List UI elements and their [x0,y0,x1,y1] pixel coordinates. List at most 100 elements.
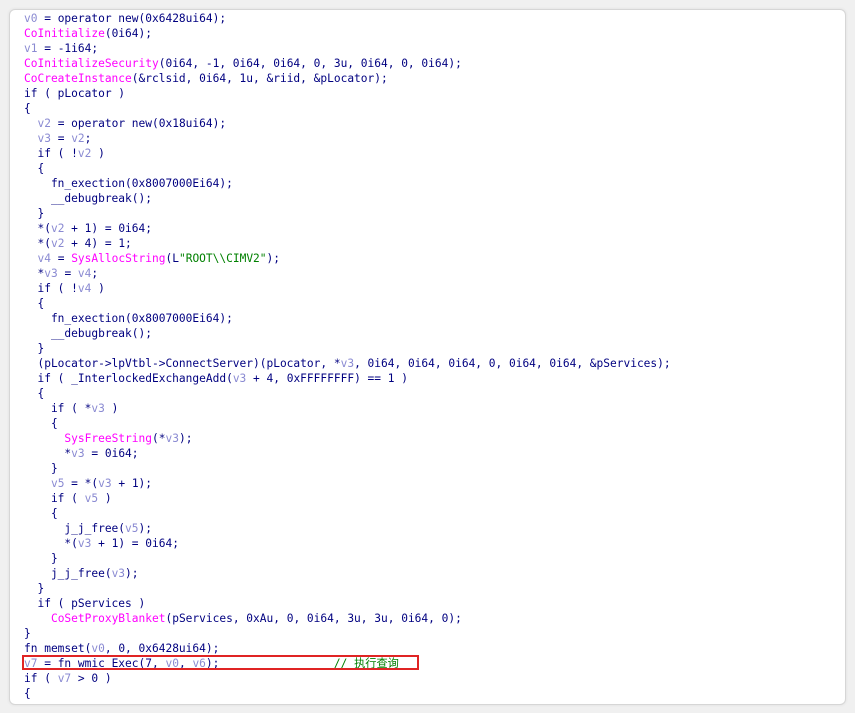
code-token-fn: CoInitialize [24,27,105,40]
code-line[interactable]: { [24,506,841,521]
code-line[interactable]: } [24,581,841,596]
code-line[interactable]: } [24,461,841,476]
code-line[interactable]: } [24,341,841,356]
code-token-var: v5 [125,522,139,535]
code-line[interactable]: CoInitializeSecurity(0i64, -1, 0i64, 0i6… [24,56,841,71]
code-token-txt: * [24,267,45,280]
code-line[interactable]: if ( _InterlockedExchangeAdd(v3 + 4, 0xF… [24,371,841,386]
code-token-txt: ) [104,402,119,415]
code-token-txt: + 4, 0xFFFFFFFF) == 1 ) [246,372,408,385]
code-token-var: v3 [98,477,112,490]
code-token-txt: ) [91,282,105,295]
code-line[interactable]: v4 = SysAllocString(L"ROOT\\CIMV2"); [24,251,841,266]
code-line[interactable]: fn_exection(0x8007000Ei64); [24,311,841,326]
code-token-txt: __debugbreak(); [24,192,152,205]
code-line[interactable]: v2 = operator new(0x18ui64); [24,116,841,131]
code-line[interactable]: CoCreateInstance(&rclsid, 0i64, 1u, &rii… [24,71,841,86]
code-token-txt: * [24,447,72,460]
code-line[interactable]: { [24,686,841,701]
code-line[interactable]: } [24,626,841,641]
code-token-txt: ) [91,147,105,160]
code-line[interactable]: __debugbreak(); [24,191,841,206]
code-token-txt: ; [91,267,99,280]
code-token-txt: (0i64); [104,27,152,40]
code-line[interactable]: fn_exection(0x8007000Ei64); [24,176,841,191]
code-token-txt: { [24,417,58,430]
code-line[interactable]: SysFreeString(*v3); [24,431,841,446]
code-token-txt: { [24,687,31,700]
code-token-var: v7 [24,657,38,670]
code-line[interactable]: { [24,296,841,311]
code-line[interactable]: { [24,386,841,401]
code-token-var: v6 [192,657,206,670]
code-token-txt: , 0, 0x6428ui64); [104,642,220,655]
code-line[interactable]: if ( pLocator ) [24,86,841,101]
code-token-txt: __debugbreak(); [24,327,152,340]
code-token-var: v7 [57,672,72,685]
code-line[interactable]: *(v2 + 4) = 1; [24,236,841,251]
code-token-var: v3 [165,432,179,445]
code-line[interactable]: j_j_free(v3); [24,566,841,581]
code-token-var: v2 [37,117,51,130]
code-token-txt: ); [266,252,281,265]
code-line[interactable]: if ( *v3 ) [24,401,841,416]
code-token-txt: = [50,252,72,265]
code-line[interactable]: } [24,206,841,221]
code-line[interactable]: v1 = -1i64; [24,41,841,56]
code-line[interactable]: CoInitialize(0i64); [24,26,841,41]
code-line[interactable]: CoSetProxyBlanket(pServices, 0xAu, 0, 0i… [24,611,841,626]
code-token-var: v0 [91,642,105,655]
code-token-txt: if ( pServices ) [24,597,146,610]
code-token-txt: if ( [24,492,85,505]
code-token-txt: fn memset( [24,642,92,655]
code-token-txt: j_j_free( [24,522,126,535]
code-token-fn: CoInitializeSecurity [24,57,159,70]
code-token-var: v3 [77,537,92,550]
code-line[interactable]: if ( !v2 ) [24,146,841,161]
code-token-txt: = *( [64,477,99,490]
code-line[interactable]: *v3 = 0i64; [24,446,841,461]
code-line[interactable]: (pLocator->lpVtbl->ConnectServer)(pLocat… [24,356,841,371]
code-token-txt: = operator new(0x6428ui64); [37,12,227,25]
code-line[interactable]: __debugbreak(); [24,326,841,341]
code-token-txt: = 0i64; [84,447,139,460]
code-token-str: "ROOT\\CIMV2" [178,252,267,265]
code-token-txt: if ( * [24,402,92,415]
code-token-txt: *( [24,222,51,235]
code-line[interactable]: if ( pServices ) [24,596,841,611]
code-line[interactable]: v3 = v2; [24,131,841,146]
code-token-txt: if ( [24,672,58,685]
code-token-var: v0 [24,12,38,25]
code-token-var: v4 [77,282,92,295]
code-token-txt: (&rclsid, 0i64, 1u, &riid, &pLocator); [131,72,388,85]
code-line[interactable]: if ( !v4 ) [24,281,841,296]
code-token-txt: if ( ! [24,147,78,160]
code-line[interactable]: { [24,161,841,176]
code-line[interactable]: { [24,416,841,431]
code-token-var: v2 [71,132,85,145]
code-token-txt: } [24,582,45,595]
code-line[interactable]: { [24,101,841,116]
code-line[interactable]: *(v2 + 1) = 0i64; [24,221,841,236]
code-line[interactable]: j_j_free(v5); [24,521,841,536]
code-line[interactable]: v0 = operator new(0x6428ui64); [24,11,841,26]
code-token-txt: ); [178,432,193,445]
code-token-txt: ); [138,522,153,535]
code-line[interactable]: if ( v7 > 0 ) [24,671,841,686]
code-line[interactable]: if ( v5 ) [24,491,841,506]
code-token-txt: + 4) = 1; [64,237,132,250]
pseudocode-view[interactable]: v0 = operator new(0x6428ui64); CoInitiali… [24,11,841,704]
code-line[interactable]: } [24,551,841,566]
code-token-txt: ; [84,132,92,145]
code-line[interactable]: *(v3 + 1) = 0i64; [24,536,841,551]
code-token-txt: { [24,297,45,310]
code-line[interactable]: v5 = *(v3 + 1); [24,476,841,491]
code-line[interactable]: *v3 = v4; [24,266,841,281]
code-token-txt: = -1i64; [37,42,99,55]
code-line[interactable]: fn memset(v0, 0, 0x6428ui64); [24,641,841,656]
highlighted-code-line[interactable]: v7 = fn_wmic_Exec(7, v0, v6); // 执行查询 [24,656,841,671]
code-token-txt: *( [24,537,78,550]
